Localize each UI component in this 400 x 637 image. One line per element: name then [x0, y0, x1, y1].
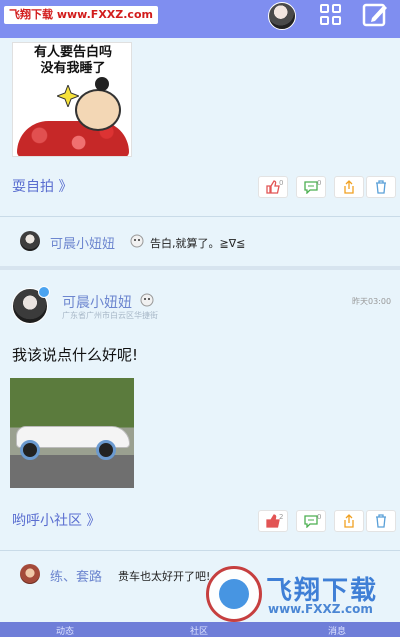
- bottom-nav: 动态 社区 消息: [0, 622, 400, 637]
- thumb-up-icon: [266, 180, 280, 194]
- post-actions: 0 0: [258, 176, 398, 198]
- user-avatar[interactable]: [268, 2, 296, 30]
- divider: [0, 550, 400, 551]
- comment-author[interactable]: 可晨小妞妞: [50, 233, 115, 252]
- like-button[interactable]: 2: [258, 510, 288, 532]
- post-tag-link[interactable]: 耍自拍 》: [12, 176, 72, 196]
- meme-spark-icon: [57, 85, 79, 107]
- meme-face: [75, 89, 121, 131]
- verified-badge-icon: [38, 286, 50, 298]
- share-icon: [344, 514, 354, 528]
- post-time: 昨天03:00: [352, 297, 392, 306]
- comment-text: 告白,就算了。≧∇≦: [150, 237, 246, 250]
- post-author[interactable]: 可晨小妞妞: [62, 292, 132, 312]
- post-text: 我该说点什么好呢!: [12, 346, 139, 364]
- like-count: 0: [279, 179, 284, 187]
- comment-text: 贵车也太好开了吧!: [118, 570, 211, 583]
- edit-icon[interactable]: [362, 2, 390, 28]
- watermark-url: www.FXXZ.com: [56, 8, 153, 21]
- share-icon: [344, 180, 354, 194]
- trash-icon: [376, 180, 386, 194]
- car-wheel: [96, 440, 116, 460]
- comment-icon: [304, 181, 318, 194]
- post-actions: 2 0: [258, 510, 398, 532]
- emoji-icon: [140, 293, 154, 307]
- watermark-circle-icon: [206, 566, 262, 622]
- watermark-top: 飞翔下载 www.FXXZ.com: [4, 6, 158, 24]
- watermark-logo: 飞翔下载 www.FXXZ.com: [206, 566, 400, 622]
- emoji-icon: [130, 234, 144, 248]
- watermark-url: www.FXXZ.com: [268, 602, 373, 616]
- delete-button[interactable]: [366, 176, 396, 198]
- thumb-up-icon: [266, 514, 280, 528]
- comment-count: 0: [317, 179, 322, 187]
- nav-item-messages[interactable]: 消息: [328, 624, 346, 637]
- post-divider: [0, 266, 400, 270]
- trash-icon: [376, 514, 386, 528]
- comment-avatar[interactable]: [20, 231, 40, 251]
- like-count: 2: [279, 513, 284, 521]
- meme-caption: 有人要告白吗 没有我睡了: [33, 45, 112, 76]
- post-image-car[interactable]: [10, 378, 134, 488]
- share-button[interactable]: [334, 510, 364, 532]
- post-image-meme[interactable]: 有人要告白吗 没有我睡了: [12, 42, 132, 157]
- nav-item-community[interactable]: 社区: [190, 624, 208, 637]
- post-location: 广东省广州市白云区华捷街: [62, 311, 158, 320]
- comment-button[interactable]: 0: [296, 176, 326, 198]
- watermark-brand: 飞翔下载: [9, 8, 53, 21]
- top-bar: 飞翔下载 www.FXXZ.com: [0, 0, 400, 38]
- comment-row[interactable]: 可晨小妞妞 告白,就算了。≧∇≦: [20, 231, 390, 253]
- comment-count: 0: [317, 513, 322, 521]
- post-tag-link[interactable]: 哟呼小社区 》: [12, 510, 100, 530]
- divider: [0, 216, 400, 217]
- car-wheel: [20, 440, 40, 460]
- comment-button[interactable]: 0: [296, 510, 326, 532]
- comment-author[interactable]: 练、套路: [50, 566, 102, 585]
- grid-icon[interactable]: [320, 4, 342, 26]
- share-button[interactable]: [334, 176, 364, 198]
- like-button[interactable]: 0: [258, 176, 288, 198]
- comment-avatar[interactable]: [20, 564, 40, 584]
- comment-icon: [304, 515, 318, 528]
- delete-button[interactable]: [366, 510, 396, 532]
- meme-hair-bun: [95, 77, 109, 91]
- nav-item-dynamic[interactable]: 动态: [56, 624, 74, 637]
